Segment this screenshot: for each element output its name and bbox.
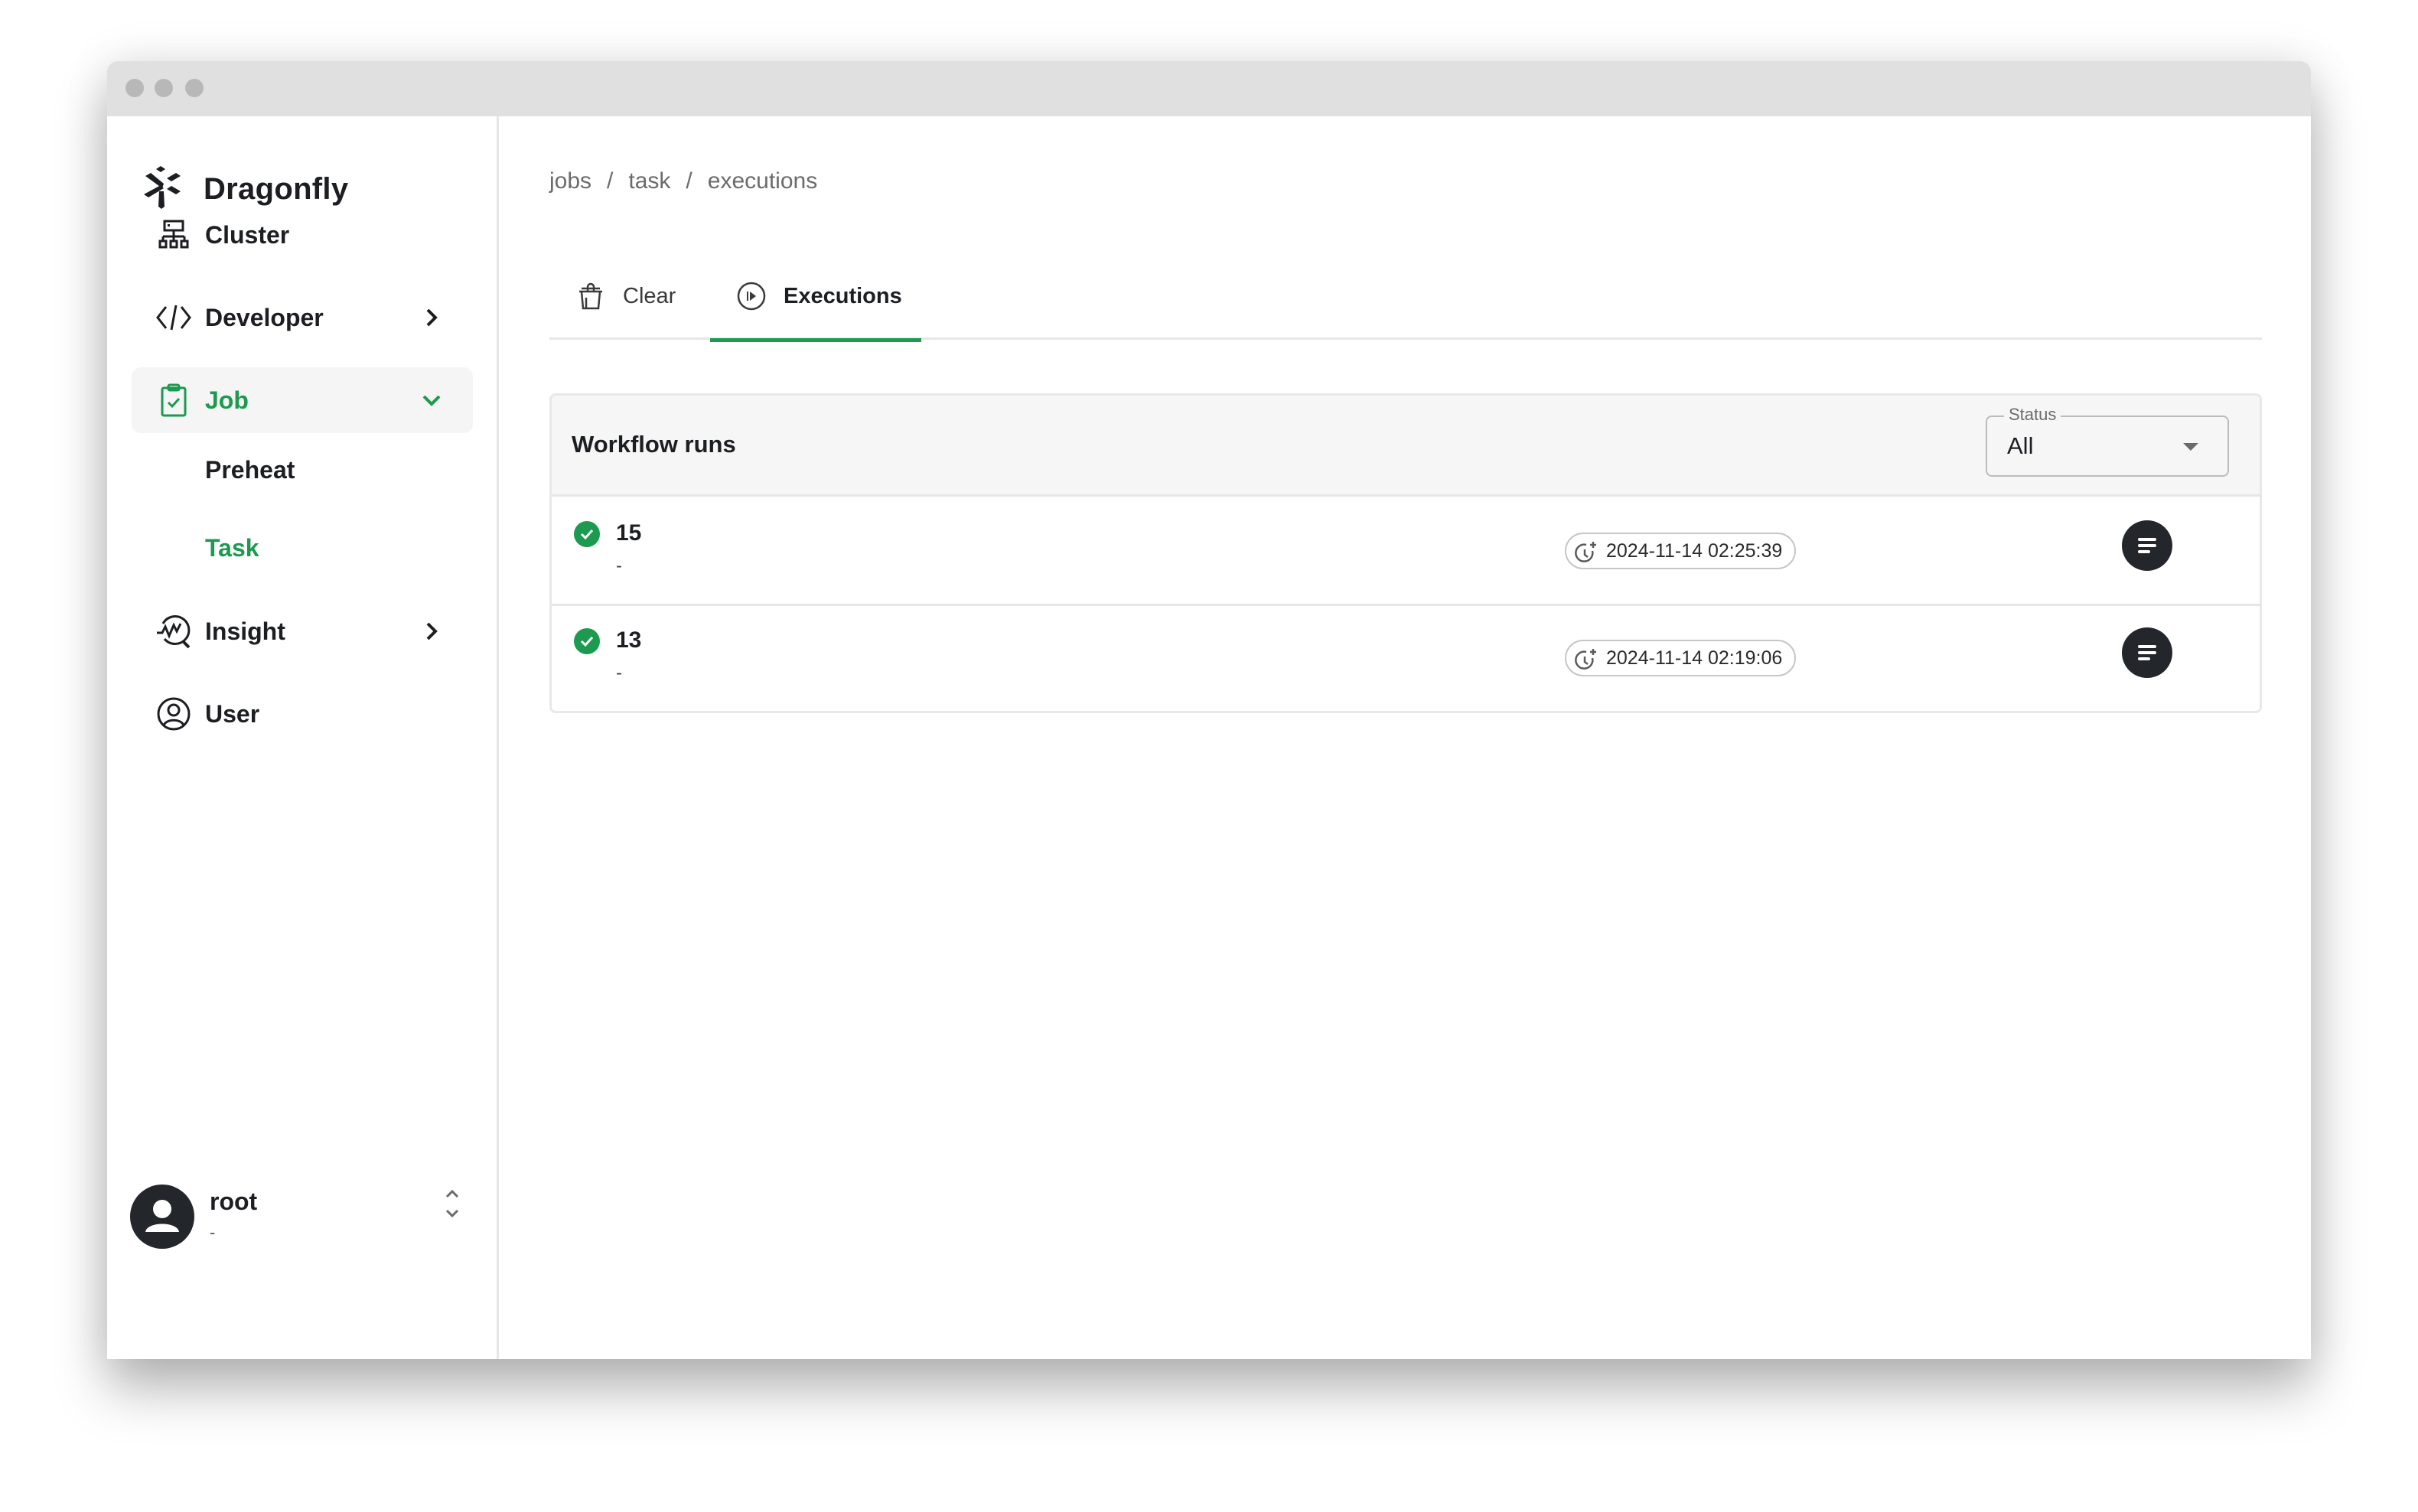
chevron-right-icon[interactable]: [416, 302, 447, 333]
clock-plus-icon: [1575, 649, 1596, 670]
success-check-icon: [574, 628, 600, 654]
card-title: Workflow runs: [572, 431, 736, 458]
tab-label: Clear: [623, 283, 676, 308]
sidebar-item-job[interactable]: Job: [132, 367, 473, 433]
user-subtitle: -: [210, 1223, 216, 1242]
tab-clear[interactable]: Clear: [575, 253, 676, 340]
user-circle-icon: [155, 695, 193, 733]
play-circle-icon: [737, 282, 766, 311]
sidebar-item-label: Developer: [205, 303, 324, 331]
sidebar-subitem-task[interactable]: Task: [205, 534, 259, 562]
sidebar-item-insight[interactable]: Insight: [132, 598, 473, 664]
tab-bar: Clear Executions: [549, 253, 2262, 342]
chevron-down-icon[interactable]: [416, 385, 447, 415]
status-filter-value: All: [2007, 432, 2034, 459]
main-content: jobs / task / executions Clear Execution…: [499, 116, 2311, 1359]
sidebar-item-user[interactable]: User: [132, 681, 473, 747]
list-details-icon: [2138, 538, 2156, 553]
chevron-right-icon[interactable]: [416, 616, 447, 647]
tab-label: Executions: [784, 283, 902, 308]
workflow-run-row[interactable]: 13 - 2024-11-14 02:19:06: [552, 606, 2260, 711]
sidebar: Dragonfly Cluster Developer Job Preheat …: [107, 116, 499, 1359]
window-minimize-button[interactable]: [155, 79, 173, 97]
cluster-icon: [155, 216, 193, 254]
sidebar-item-label: Job: [205, 386, 249, 414]
trash-icon: [579, 282, 602, 310]
insight-icon: [155, 612, 193, 650]
window-maximize-button[interactable]: [185, 79, 204, 97]
unfold-icon[interactable]: [441, 1186, 464, 1221]
user-name: root: [210, 1188, 258, 1215]
run-created-at: 2024-11-14 02:25:39: [1606, 539, 1783, 562]
caret-down-icon: [2183, 443, 2198, 451]
run-id: 13: [616, 627, 642, 653]
sidebar-subitem-preheat[interactable]: Preheat: [205, 456, 295, 484]
breadcrumb-executions: executions: [707, 168, 818, 194]
success-check-icon: [574, 521, 600, 547]
status-filter-label: Status: [2004, 405, 2061, 425]
window-titlebar: [107, 61, 2311, 116]
sidebar-item-label: Insight: [205, 617, 285, 645]
clock-plus-icon: [1575, 542, 1596, 562]
run-subtitle: -: [616, 556, 622, 576]
status-filter-select[interactable]: Status All: [1986, 405, 2229, 477]
tab-executions[interactable]: Executions: [710, 253, 921, 342]
breadcrumb-jobs[interactable]: jobs: [549, 168, 591, 194]
breadcrumb: jobs / task / executions: [549, 168, 817, 194]
run-created-at: 2024-11-14 02:19:06: [1606, 647, 1783, 669]
breadcrumb-separator: /: [686, 168, 692, 194]
list-details-icon: [2138, 645, 2156, 660]
breadcrumb-task[interactable]: task: [628, 168, 670, 194]
run-subtitle: -: [616, 663, 622, 683]
card-header: Workflow runs Status All: [552, 396, 2260, 497]
sidebar-item-cluster[interactable]: Cluster: [132, 202, 473, 268]
window-close-button[interactable]: [125, 79, 144, 97]
sidebar-item-label: User: [205, 699, 260, 728]
run-created-at-chip: 2024-11-14 02:25:39: [1565, 533, 1797, 569]
run-details-button[interactable]: [2122, 520, 2172, 571]
code-icon: [155, 298, 193, 337]
sidebar-item-developer[interactable]: Developer: [132, 285, 473, 350]
run-created-at-chip: 2024-11-14 02:19:06: [1565, 640, 1797, 676]
run-details-button[interactable]: [2122, 627, 2172, 678]
user-menu[interactable]: root -: [130, 1185, 474, 1261]
clipboard-check-icon: [155, 381, 193, 419]
sidebar-item-label: Cluster: [205, 220, 290, 249]
workflow-run-row[interactable]: 15 - 2024-11-14 02:25:39: [552, 499, 2260, 606]
run-id: 15: [616, 520, 642, 546]
avatar: [130, 1185, 194, 1249]
avatar-icon: [145, 1200, 179, 1232]
workflow-runs-card: Workflow runs Status All 15 - 2024-11-14…: [549, 393, 2262, 713]
app-window: Dragonfly Cluster Developer Job Preheat …: [107, 61, 2311, 1359]
breadcrumb-separator: /: [607, 168, 614, 194]
